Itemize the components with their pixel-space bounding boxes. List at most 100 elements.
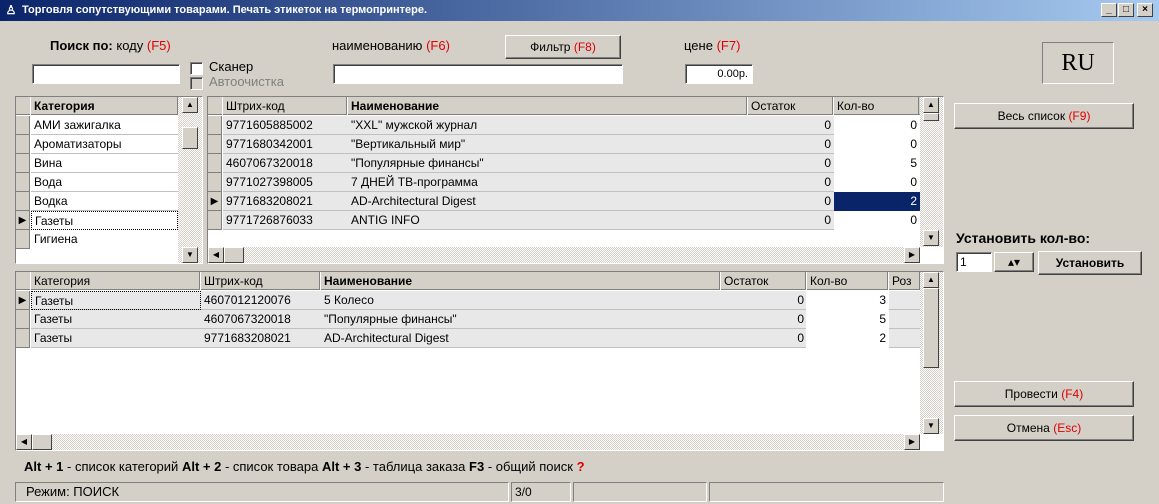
scroll-down-icon[interactable]: ▼ [923, 230, 939, 246]
order-qty-header[interactable]: Кол-во [806, 272, 888, 290]
order-pos-header[interactable]: Роз [888, 272, 920, 290]
scroll-thumb[interactable] [182, 127, 198, 149]
full-list-label: Весь список [997, 109, 1066, 123]
by-price-label: цене (F7) [684, 38, 740, 53]
category-header[interactable]: Категория [30, 97, 178, 115]
order-grid[interactable]: Категория Штрих-код Наименование Остаток… [15, 271, 944, 451]
row-indicator [16, 329, 30, 348]
minimize-button[interactable]: _ [1101, 3, 1117, 17]
qty-spinner-input[interactable]: 1 [956, 252, 992, 272]
order-hscrollbar[interactable]: ◀ ▶ [16, 434, 920, 450]
scanner-checkbox[interactable] [190, 62, 203, 75]
products-hscrollbar[interactable]: ◀ ▶ [208, 247, 920, 263]
app-icon: ♙ [5, 3, 17, 17]
products-vscrollbar[interactable]: ▲ ▼ [920, 97, 943, 247]
list-item[interactable]: Водка [31, 192, 178, 211]
filter-button-label: Фильтр [530, 40, 571, 54]
qty-cell-active[interactable]: 2 [834, 192, 920, 211]
qty-header[interactable]: Кол-во [833, 97, 919, 115]
help-question-icon[interactable]: ? [577, 459, 585, 474]
qty-cell[interactable]: 5 [807, 310, 889, 329]
qty-cell[interactable]: 5 [834, 154, 920, 173]
hint-key: Alt + 2 [181, 459, 222, 474]
pos-cell [889, 310, 920, 329]
status-count: 3/0 [511, 482, 571, 502]
stock-cell: 0 [824, 118, 831, 132]
autoclean-checkbox [190, 77, 203, 90]
scroll-down-icon[interactable]: ▼ [182, 247, 198, 263]
scroll-up-icon[interactable]: ▲ [182, 97, 198, 113]
list-item[interactable]: Гигиена [31, 230, 178, 249]
qty-spinner-arrows-icon[interactable]: ▴▾ [994, 252, 1034, 272]
qty-cell[interactable]: 3 [807, 291, 889, 310]
scroll-right-icon[interactable]: ▶ [904, 247, 920, 263]
f8-hint: (F8) [573, 40, 596, 54]
maximize-button[interactable]: □ [1118, 3, 1134, 17]
scroll-up-icon[interactable]: ▲ [923, 97, 939, 113]
list-item[interactable]: Ароматизаторы [31, 135, 178, 154]
barcode-cell: 9771726876033 [226, 213, 313, 227]
language-indicator: RU [1042, 42, 1114, 84]
f6-hint: (F6) [426, 38, 450, 53]
code-search-input[interactable] [32, 64, 180, 84]
barcode-cell: 9771683208021 [204, 331, 291, 345]
list-item[interactable]: АМИ зажигалка [31, 116, 178, 135]
qty-cell[interactable]: 0 [834, 173, 920, 192]
full-list-button[interactable]: Весь список (F9) [954, 103, 1134, 129]
qty-cell[interactable]: 0 [834, 211, 920, 230]
scroll-thumb[interactable] [224, 247, 244, 263]
filter-button[interactable]: Фильтр (F8) [505, 35, 621, 59]
scroll-thumb[interactable] [923, 113, 939, 121]
qty-cell[interactable]: 2 [807, 329, 889, 348]
name-cell: 5 Колесо [324, 293, 374, 307]
list-item[interactable]: Вина [31, 154, 178, 173]
price-search-input[interactable]: 0.00р. [685, 64, 753, 84]
list-item[interactable]: Вода [31, 173, 178, 192]
hint-text: - список товара [224, 459, 319, 474]
scroll-down-icon[interactable]: ▼ [923, 418, 939, 434]
order-barcode-header[interactable]: Штрих-код [200, 272, 320, 290]
category-grid[interactable]: Категория АМИ зажигалка Ароматизаторы Ви… [15, 96, 203, 264]
scroll-left-icon[interactable]: ◀ [208, 247, 224, 263]
current-row-arrow-icon: ▶ [208, 192, 222, 211]
row-indicator [16, 154, 30, 173]
barcode-cell: 9771680342001 [226, 137, 313, 151]
set-qty-button[interactable]: Установить [1038, 251, 1142, 275]
barcode-header[interactable]: Штрих-код [222, 97, 347, 115]
scroll-left-icon[interactable]: ◀ [16, 434, 32, 450]
row-indicator [208, 211, 222, 230]
post-label: Провести [1004, 387, 1058, 401]
autoclean-label: Автоочистка [209, 74, 284, 89]
row-indicator [16, 135, 30, 154]
order-name-header[interactable]: Наименование [320, 272, 720, 290]
scanner-label: Сканер [209, 59, 254, 74]
title-bar: ♙ Торговля сопутствующими товарами. Печа… [0, 0, 1159, 21]
qty-cell[interactable]: 0 [834, 135, 920, 154]
by-name-label: наименованию (F6) [332, 38, 450, 53]
current-row-arrow-icon: ▶ [16, 211, 30, 230]
scroll-thumb[interactable] [923, 288, 939, 368]
close-button[interactable]: × [1137, 3, 1153, 17]
stock-header[interactable]: Остаток [747, 97, 833, 115]
products-grid[interactable]: Штрих-код Наименование Остаток Кол-во 97… [207, 96, 944, 264]
category-scrollbar[interactable]: ▲ ▼ [178, 97, 202, 263]
stock-cell: 0 [824, 194, 831, 208]
order-stock-header[interactable]: Остаток [720, 272, 806, 290]
cancel-label: Отмена [1006, 421, 1050, 435]
scroll-right-icon[interactable]: ▶ [904, 434, 920, 450]
order-category-header[interactable]: Категория [30, 272, 200, 290]
qty-cell[interactable]: 0 [834, 116, 920, 135]
scroll-thumb[interactable] [32, 434, 52, 450]
order-header-row: Категория Штрих-код Наименование Остаток… [16, 272, 920, 290]
name-cell: "Вертикальный мир" [351, 137, 466, 151]
row-indicator [16, 310, 30, 329]
scroll-up-icon[interactable]: ▲ [923, 272, 939, 288]
list-item-selected[interactable]: Газеты [31, 211, 178, 230]
barcode-cell: 9771683208021 [226, 194, 313, 208]
name-header[interactable]: Наименование [347, 97, 747, 115]
order-vscrollbar[interactable]: ▲ ▼ [920, 272, 943, 434]
hint-text: - таблица заказа [364, 459, 466, 474]
name-search-input[interactable] [333, 64, 623, 84]
cancel-button[interactable]: Отмена (Esc) [954, 415, 1134, 441]
post-button[interactable]: Провести (F4) [954, 381, 1134, 407]
